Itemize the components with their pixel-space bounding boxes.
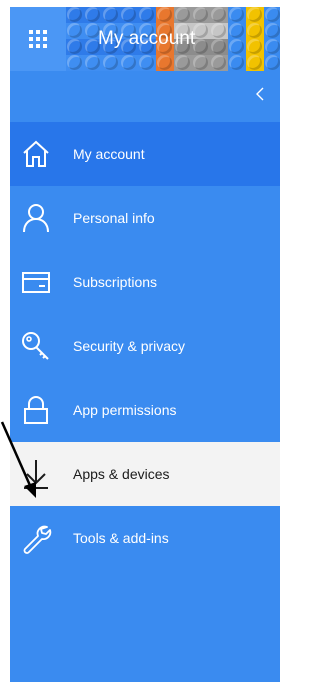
card-icon [22,272,50,293]
lock-icon [24,396,48,424]
person-icon [23,204,49,233]
sidebar-item-security-privacy[interactable]: Security & privacy [10,314,280,378]
sidebar-item-label: Subscriptions [73,274,158,290]
download-icon [24,460,48,489]
sidebar-item-label: Tools & add-ins [73,530,169,546]
sidebar-item-label: App permissions [73,402,177,418]
sidebar-item-app-permissions[interactable]: App permissions [10,378,280,442]
sidebar-item-label: Apps & devices [73,466,170,482]
sidebar-item-subscriptions[interactable]: Subscriptions [10,250,280,314]
sidebar-item-label: Security & privacy [73,338,186,354]
header-title: My account [98,28,196,49]
waffle-grid-icon [29,30,47,48]
sidebar-item-label: Personal info [73,210,155,226]
sidebar-nav: My account Personal info Subscriptions S… [10,71,280,682]
sidebar-item-apps-devices[interactable]: Apps & devices [10,442,280,506]
home-icon [23,140,49,167]
sidebar-item-label: My account [73,146,145,162]
wrench-icon [23,525,52,554]
header-bar: My account [10,7,280,71]
collapse-sidebar-button[interactable] [254,87,268,101]
sidebar-item-tools-addins[interactable]: Tools & add-ins [10,506,280,570]
chevron-left-icon [256,87,264,101]
page: My account My account Personal info Subs… [0,0,291,682]
sidebar-item-my-account[interactable]: My account [10,122,280,186]
sidebar-item-personal-info[interactable]: Personal info [10,186,280,250]
app-launcher-button[interactable] [10,7,66,71]
key-icon [22,332,49,360]
